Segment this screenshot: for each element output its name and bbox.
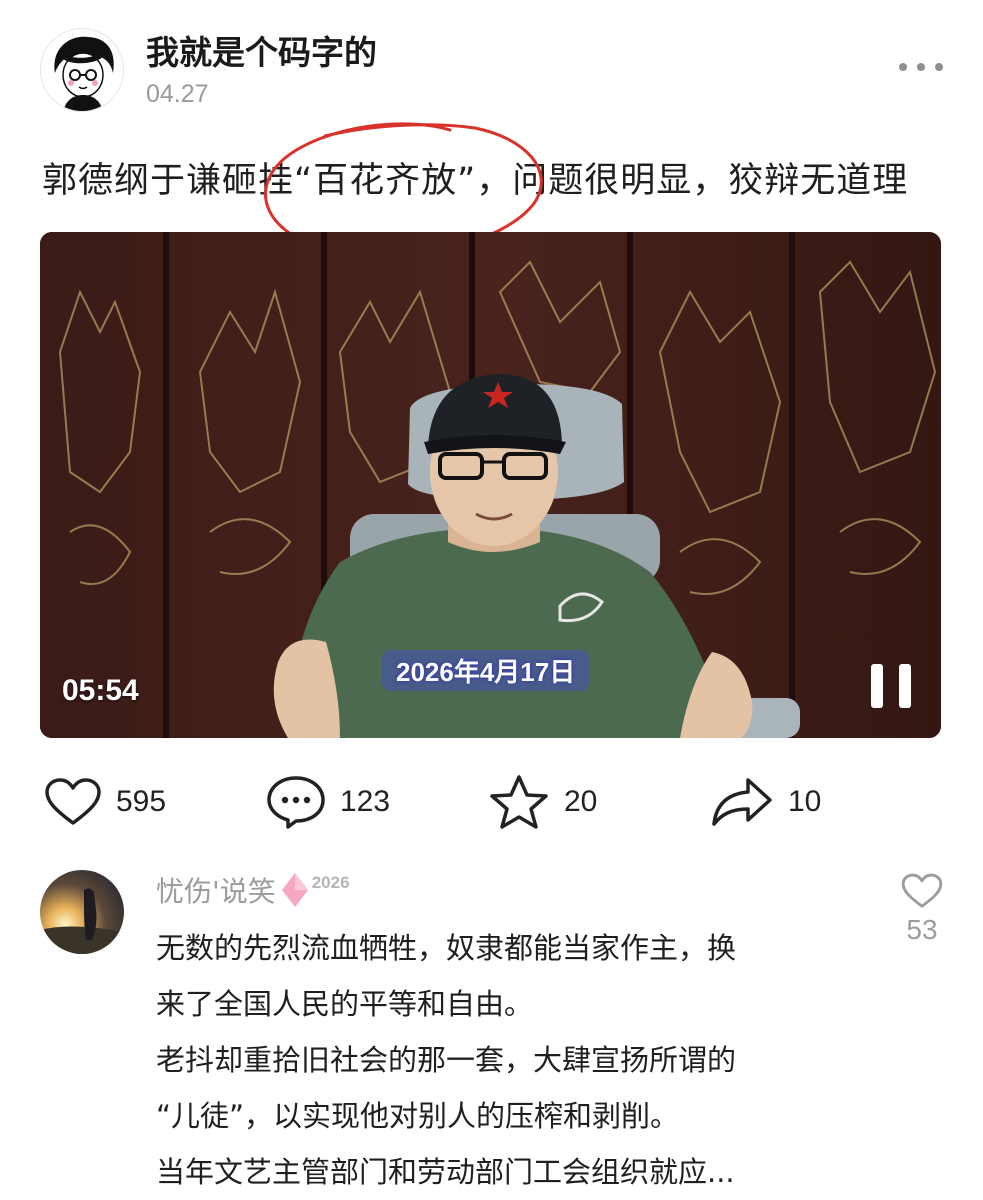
favorite-count: 20: [564, 785, 598, 818]
more-options-button[interactable]: [899, 52, 943, 82]
video-date-caption: 2026年4月17日: [382, 650, 590, 691]
diamond-badge: 2026: [280, 871, 350, 909]
comment-line: “儿徒”，以实现他对别人的压榨和剥削。: [156, 1099, 680, 1133]
sunset-avatar-icon: [40, 870, 124, 954]
video-duration: 05:54: [62, 674, 139, 707]
post-date: 04.27: [146, 80, 209, 108]
comment-icon: [267, 776, 325, 829]
like-count: 595: [116, 785, 167, 818]
comment-line: 来了全国人民的平等和自由。: [156, 987, 534, 1021]
pause-icon: [871, 664, 883, 708]
like-button[interactable]: 595: [44, 772, 166, 832]
pause-button[interactable]: [871, 664, 911, 708]
author-name[interactable]: 我就是个码字的: [146, 26, 377, 74]
comment-count: 123: [340, 785, 391, 818]
share-count: 10: [788, 785, 822, 818]
commenter-name[interactable]: 忧伤'说笑: [156, 870, 276, 910]
more-icon: [899, 63, 907, 71]
heart-icon: [901, 873, 943, 908]
video-player[interactable]: 05:54 2026年4月17日: [40, 232, 941, 738]
share-button[interactable]: 10: [710, 772, 821, 832]
post-title[interactable]: 郭德纲于谦砸挂“百花齐放”，问题很明显，狡辩无道理: [42, 152, 908, 203]
comment-line: 无数的先烈流血牺牲，奴隶都能当家作主，换: [156, 931, 737, 965]
share-icon: [712, 778, 772, 826]
comment-like-count: 53: [906, 914, 938, 945]
diamond-badge-icon: [281, 873, 308, 907]
comment-line: 当年文艺主管部门和劳动部门工会组织就应...: [156, 1155, 735, 1189]
author-avatar[interactable]: [40, 28, 124, 112]
heart-icon: [45, 778, 101, 825]
commenter-avatar[interactable]: [40, 870, 124, 954]
comment-text[interactable]: 无数的先烈流血牺牲，奴隶都能当家作主，换 来了全国人民的平等和自由。 老抖却重拾…: [156, 920, 846, 1200]
star-icon: [490, 775, 548, 829]
cartoon-avatar-icon: [41, 29, 123, 111]
commenter-level: 2026: [311, 873, 350, 892]
comment-line: 老抖却重拾旧社会的那一套，大肆宣扬所谓的: [156, 1043, 737, 1077]
favorite-button[interactable]: 20: [488, 772, 597, 832]
comment-button[interactable]: 123: [266, 772, 390, 832]
comment-like-button[interactable]: 53: [896, 872, 948, 946]
commenter-info: 忧伤'说笑 2026: [156, 870, 350, 910]
